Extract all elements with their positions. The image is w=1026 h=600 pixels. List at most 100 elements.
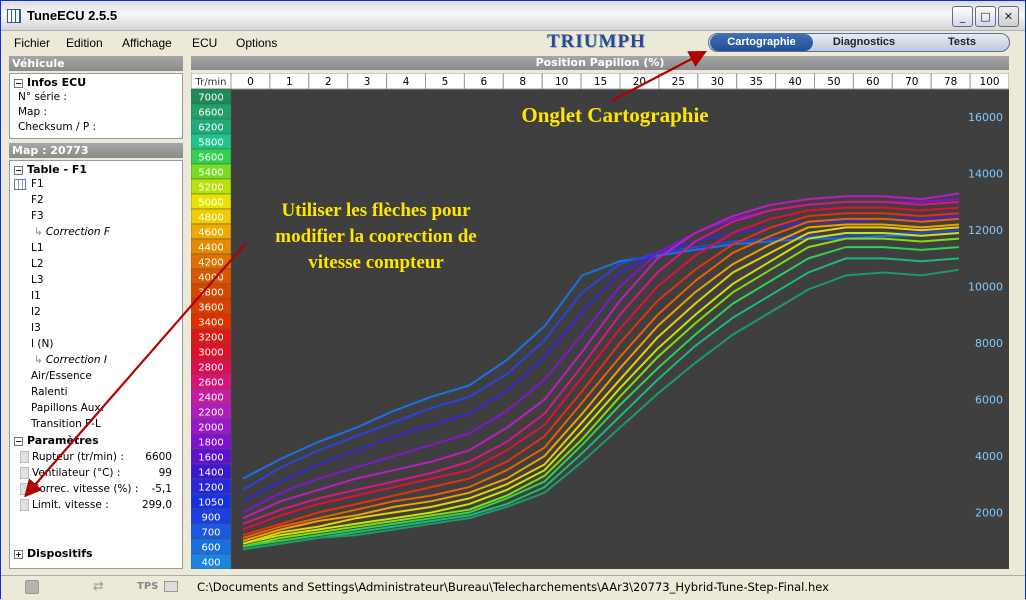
ecu-info-title[interactable]: − Infos ECU	[14, 76, 86, 89]
expand-icon: +	[14, 550, 23, 559]
params-section-title[interactable]: − Paramètres	[14, 434, 99, 447]
sync-icon[interactable]: ⇄	[93, 580, 111, 594]
table-item-papillons-aux[interactable]: Papillons Aux.	[31, 402, 104, 414]
table-item-label: L3	[31, 274, 44, 286]
throttle-tick-label: 50	[827, 76, 840, 88]
left-panel: Véhicule − Infos ECU N° série : Map : Che…	[9, 56, 183, 569]
ecu-serial-label: N° série :	[18, 91, 67, 103]
close-button[interactable]: ✕	[998, 6, 1019, 27]
throttle-axis-header: Position Papillon (%)	[191, 56, 1009, 70]
param-value[interactable]: -5,1	[152, 483, 173, 495]
menu-affichage[interactable]: Affichage	[122, 36, 172, 50]
annotation-arrows-note: Utiliser les flèches pour modifier la co…	[239, 198, 513, 276]
collapse-icon: −	[14, 79, 23, 88]
table-item-label: Transition F-L	[31, 418, 101, 430]
menu-options[interactable]: Options	[236, 36, 277, 50]
table-item-l1[interactable]: L1	[31, 242, 44, 254]
rpm-label: 4000	[198, 273, 223, 284]
connect-icon[interactable]	[25, 580, 39, 594]
rpm-label: 3600	[198, 303, 223, 314]
throttle-tick-label: 78	[944, 76, 957, 88]
grid-corner-label: Tr/min	[195, 77, 227, 88]
rpm-label: 4600	[198, 228, 223, 239]
table-item-label: I3	[31, 322, 41, 334]
throttle-tick-label: 70	[905, 76, 918, 88]
title-bar: TuneECU 2.5.5 _ □ ✕	[1, 1, 1025, 31]
param-spinner[interactable]	[20, 451, 29, 463]
table-item-i2[interactable]: I2	[31, 306, 41, 318]
minimize-button[interactable]: _	[952, 6, 973, 27]
menu-fichier[interactable]: Fichier	[14, 36, 50, 50]
param-value[interactable]: 99	[159, 467, 172, 479]
table-item-label: F1	[31, 178, 44, 190]
param-spinner[interactable]	[20, 499, 29, 511]
table-item-correction-f[interactable]: ↳ Correction F	[34, 226, 110, 238]
table-item-l2[interactable]: L2	[31, 258, 44, 270]
table-item-i-n[interactable]: I (N)	[31, 338, 53, 350]
rpm-label: 1600	[198, 453, 223, 464]
throttle-tick-label: 35	[749, 76, 762, 88]
rpm-label: 3000	[198, 348, 223, 359]
devices-section-title[interactable]: + Dispositifs	[14, 547, 93, 560]
table-item-label: Papillons Aux.	[31, 402, 104, 414]
menu-ecu[interactable]: ECU	[192, 36, 217, 50]
throttle-tick-label: 1	[286, 76, 293, 88]
tab-cartographie[interactable]: Cartographie	[710, 34, 813, 51]
menu-edition[interactable]: Edition	[66, 36, 103, 50]
table-item-i1[interactable]: I1	[31, 290, 41, 302]
collapse-icon: −	[14, 437, 23, 446]
rpm-label: 2600	[198, 378, 223, 389]
throttle-tick-label: 4	[403, 76, 410, 88]
rpm-label: 5400	[198, 168, 223, 179]
table-item-f1[interactable]: F1	[14, 178, 44, 190]
throttle-tick-label: 25	[672, 76, 685, 88]
y-tick-label: 16000	[968, 111, 1003, 124]
rpm-label: 1200	[198, 483, 223, 494]
annotation-arrows-line-2: modifier la coorection de	[275, 226, 477, 247]
maximize-button[interactable]: □	[975, 6, 996, 27]
rpm-label: 3200	[198, 333, 223, 344]
rpm-label: 2000	[198, 423, 223, 434]
table-item-correction-i[interactable]: ↳ Correction I	[34, 354, 107, 366]
param-spinner[interactable]	[20, 483, 29, 495]
table-item-air-essence[interactable]: Air/Essence	[31, 370, 92, 382]
triumph-logo: TRIUMPH	[547, 31, 646, 52]
map-chart: Tr/min 0 1 2 3 4 5 6 8 10 15 20 25 30 35 40 50 60 70 78 100 7…	[191, 73, 1009, 569]
table-item-f3[interactable]: F3	[31, 210, 44, 222]
table-item-i3[interactable]: I3	[31, 322, 41, 334]
annotation-arrows-line-3: vitesse compteur	[308, 252, 444, 273]
y-tick-label: 10000	[968, 281, 1003, 294]
param-label: Ventilateur (°C) :	[32, 467, 121, 479]
throttle-tick-label: 20	[633, 76, 646, 88]
table-item-l3[interactable]: L3	[31, 274, 44, 286]
table-item-label: F2	[31, 194, 44, 206]
table-item-ralenti[interactable]: Ralenti	[31, 386, 68, 398]
y-tick-label: 6000	[975, 394, 1003, 407]
throttle-tick-label: 5	[442, 76, 449, 88]
rpm-label: 6600	[198, 108, 223, 119]
throttle-tick-label: 6	[481, 76, 488, 88]
file-path: C:\Documents and Settings\Administrateur…	[197, 580, 829, 594]
tab-tests[interactable]: Tests	[915, 34, 1009, 51]
param-value[interactable]: 299,0	[142, 499, 172, 511]
sub-item-arrow-icon: ↳	[34, 354, 43, 366]
param-label: Limit. vitesse :	[32, 499, 109, 511]
rpm-label: 2400	[198, 393, 223, 404]
rpm-label: 1050	[198, 498, 223, 509]
table-item-label: L2	[31, 258, 44, 270]
y-tick-label: 2000	[975, 507, 1003, 520]
rpm-label: 1800	[198, 438, 223, 449]
rpm-label: 1400	[198, 468, 223, 479]
tab-diagnostics[interactable]: Diagnostics	[815, 34, 913, 51]
table-section-title[interactable]: − Table - F1	[14, 163, 87, 176]
throttle-tick-label: 8	[519, 76, 526, 88]
table-item-label: F3	[31, 210, 44, 222]
throttle-tick-label: 2	[325, 76, 332, 88]
y-tick-label: 14000	[968, 168, 1003, 181]
annotation-arrows-line-1: Utiliser les flèches pour	[281, 200, 471, 221]
param-value[interactable]: 6600	[145, 451, 172, 463]
param-spinner[interactable]	[20, 467, 29, 479]
table-item-transition-f-l[interactable]: Transition F-L	[31, 418, 101, 430]
rpm-label: 7000	[198, 93, 223, 104]
table-item-f2[interactable]: F2	[31, 194, 44, 206]
